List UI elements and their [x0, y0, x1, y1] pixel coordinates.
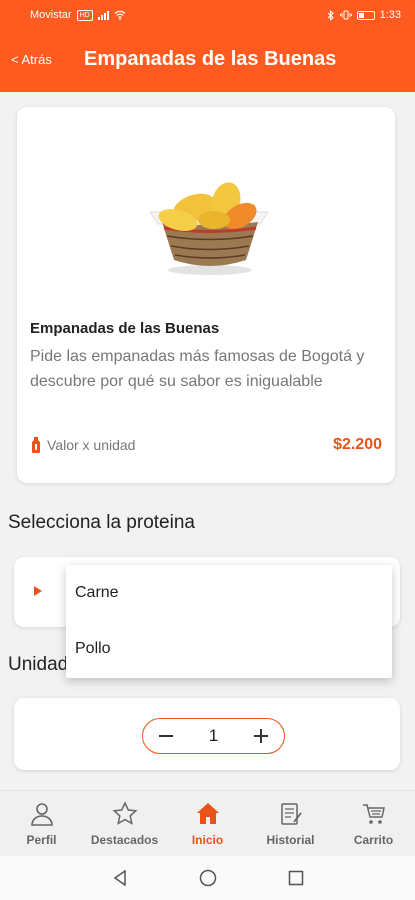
recents-square-icon[interactable] [285, 867, 307, 889]
protein-dropdown-menu: Carne Pollo [66, 565, 392, 678]
status-time: 1:33 [379, 9, 401, 21]
product-card: Empanadas de las Buenas Pide las empanad… [17, 107, 395, 483]
page-title: Empanadas de las Buenas [84, 48, 337, 70]
tab-label: Historial [266, 833, 315, 847]
tab-destacados[interactable]: Destacados [83, 791, 166, 856]
quantity-card: 1 [14, 698, 400, 770]
product-price: $2.200 [333, 436, 382, 453]
battery-icon [356, 10, 375, 20]
signal-icon [97, 10, 109, 20]
tab-label: Inicio [191, 833, 224, 847]
vibrate-icon [339, 10, 352, 20]
tab-inicio[interactable]: Inicio [166, 791, 249, 856]
home-icon [196, 803, 219, 824]
back-triangle-icon[interactable] [109, 867, 131, 889]
tab-label: Destacados [90, 833, 159, 847]
status-bar: Movistar HD 1:33 [0, 0, 415, 30]
tab-perfil[interactable]: Perfil [0, 791, 83, 856]
empanada-basket-image [149, 182, 269, 275]
tab-historial[interactable]: Historial [249, 791, 332, 856]
carrier-name: Movistar [30, 9, 72, 21]
price-tag-icon [32, 437, 40, 453]
user-icon [30, 803, 53, 826]
history-icon [280, 803, 302, 825]
increase-button[interactable] [252, 727, 270, 745]
product-description: Pide las empanadas más famosas de Bogotá… [30, 348, 365, 390]
back-button[interactable]: < Atrás [11, 52, 52, 67]
unit-price-row: Valor x unidad $2.200 [30, 435, 382, 455]
app-bar: < Atrás Empanadas de las Buenas [0, 30, 415, 92]
tab-label: Perfil [26, 833, 57, 847]
unit-label: Valor x unidad [47, 437, 136, 453]
bluetooth-icon [327, 9, 334, 21]
bottom-tab-bar: Perfil Destacados Inicio Historial Carri… [0, 790, 415, 856]
system-nav-bar [0, 856, 415, 900]
home-circle-icon[interactable] [197, 867, 219, 889]
play-arrow-icon [34, 586, 42, 596]
quantity-value: 1 [208, 726, 219, 745]
star-icon [111, 801, 138, 825]
tab-label: Carrito [353, 833, 394, 847]
protein-section-title: Selecciona la proteina [8, 512, 195, 533]
decrease-button[interactable] [157, 727, 175, 745]
wifi-icon [114, 10, 126, 20]
cart-icon [362, 804, 385, 824]
protein-option-pollo[interactable]: Pollo [66, 621, 392, 677]
product-name: Empanadas de las Buenas [30, 320, 220, 337]
network-badge: HD [76, 9, 93, 21]
protein-option-carne[interactable]: Carne [66, 565, 392, 621]
quantity-stepper: 1 [142, 718, 285, 754]
tab-carrito[interactable]: Carrito [332, 791, 415, 856]
